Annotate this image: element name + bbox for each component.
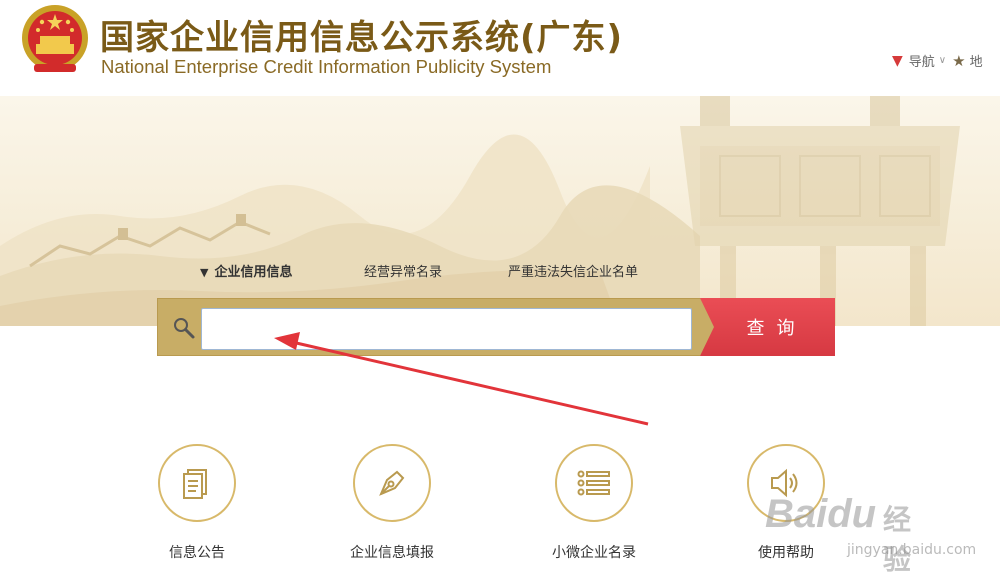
magnifier-icon — [174, 318, 195, 339]
service-micro-enterprise-list[interactable]: 小微企业名录 — [514, 444, 674, 562]
site-header: 国家企业信用信息公示系统(广东) National Enterprise Cre… — [0, 0, 1000, 96]
map-link[interactable]: 地 — [970, 51, 983, 70]
great-wall-illustration — [0, 96, 960, 326]
speaker-icon — [771, 468, 798, 498]
service-help[interactable]: 使用帮助 — [706, 444, 866, 562]
site-title-en: National Enterprise Credit Information P… — [101, 56, 552, 77]
watermark-cn: 经验 — [883, 503, 912, 576]
search-button[interactable]: 查询 — [700, 298, 835, 356]
search-tabs: ▼ 企业信用信息 经营异常名录 严重违法失信企业名单 — [200, 261, 680, 281]
service-enterprise-report[interactable]: 企业信息填报 — [312, 444, 472, 562]
national-emblem-icon — [22, 5, 88, 72]
list-icon — [577, 470, 610, 496]
service-label: 小微企业名录 — [552, 545, 636, 561]
tab-serious-violation-list[interactable]: 严重违法失信企业名单 — [508, 261, 638, 280]
tab-abnormal-list[interactable]: 经营异常名录 — [364, 261, 442, 280]
star-icon: ★ — [952, 51, 966, 70]
hero-banner — [0, 96, 1000, 326]
service-label: 企业信息填报 — [350, 545, 434, 561]
pen-icon — [379, 470, 405, 496]
top-nav: ▼ 导航 ∨ ★ 地 — [892, 51, 983, 71]
watermark-url: jingyan.baidu.com — [847, 542, 977, 558]
triangle-down-icon: ▼ — [200, 266, 209, 279]
site-title-cn: 国家企业信用信息公示系统(广东) — [100, 18, 624, 58]
search-input[interactable] — [201, 308, 692, 350]
service-info-announcement[interactable]: 信息公告 — [117, 444, 277, 562]
tab-enterprise-credit[interactable]: ▼ 企业信用信息 — [200, 261, 292, 280]
nav-link[interactable]: 导航 — [909, 51, 935, 70]
document-icon — [183, 469, 207, 499]
service-label: 使用帮助 — [758, 545, 814, 561]
button-arrow-notch — [700, 298, 714, 356]
chevron-down-icon[interactable]: ∨ — [939, 55, 946, 66]
service-label: 信息公告 — [169, 545, 225, 561]
location-pin-icon: ▼ — [892, 52, 903, 69]
